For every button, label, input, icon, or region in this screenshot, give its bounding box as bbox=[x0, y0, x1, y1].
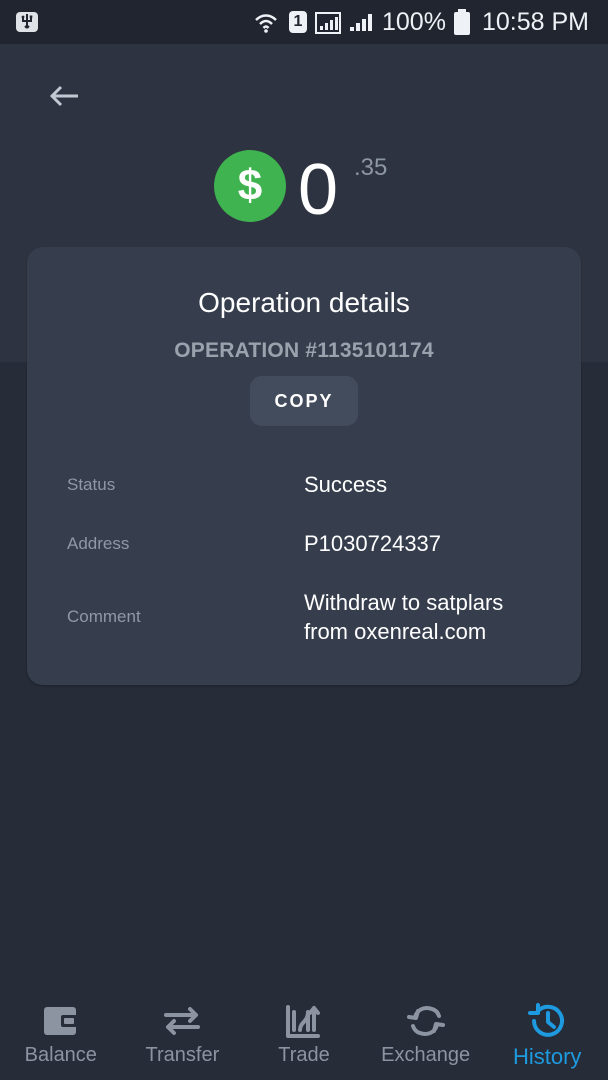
dollar-icon: $ bbox=[214, 150, 286, 222]
trade-icon bbox=[243, 1000, 365, 1042]
address-label: Address bbox=[67, 534, 130, 553]
operation-details-title: Operation details bbox=[198, 287, 410, 318]
nav-exchange[interactable]: Exchange bbox=[365, 992, 487, 1080]
sim-slot-number: 1 bbox=[289, 11, 307, 33]
battery-percentage: 100% bbox=[382, 8, 446, 36]
bottom-navigation: Balance Transfer Trade Exchange History bbox=[0, 992, 608, 1080]
address-value: P1030724337 bbox=[304, 531, 442, 556]
signal-2-icon bbox=[347, 0, 375, 44]
back-button[interactable] bbox=[44, 76, 84, 116]
nav-history[interactable]: History bbox=[486, 992, 608, 1080]
transfer-icon bbox=[122, 1000, 244, 1042]
arrow-left-icon bbox=[49, 85, 78, 107]
balance-integer: 0 bbox=[298, 150, 339, 230]
operation-details-card: Operation details OPERATION #1135101174 … bbox=[27, 247, 581, 685]
exchange-icon bbox=[365, 1000, 487, 1042]
history-icon bbox=[486, 1000, 608, 1042]
nav-transfer-label: Transfer bbox=[145, 1044, 220, 1066]
usb-icon bbox=[13, 0, 41, 44]
wallet-icon bbox=[0, 1000, 122, 1042]
signal-1-icon bbox=[314, 0, 344, 44]
nav-exchange-label: Exchange bbox=[381, 1044, 471, 1066]
status-bar: 1 100% 10:58 PM bbox=[0, 0, 608, 44]
copy-button[interactable]: COPY bbox=[250, 376, 358, 426]
nav-trade[interactable]: Trade bbox=[243, 992, 365, 1080]
nav-trade-label: Trade bbox=[278, 1044, 330, 1066]
battery-icon bbox=[449, 0, 475, 44]
wifi-icon bbox=[252, 0, 280, 44]
nav-balance[interactable]: Balance bbox=[0, 992, 122, 1080]
status-label: Status bbox=[67, 475, 116, 494]
balance-fraction: .35 bbox=[354, 154, 388, 181]
currency-symbol: $ bbox=[237, 161, 263, 210]
operation-id: OPERATION #1135101174 bbox=[174, 339, 434, 362]
sim-1-icon: 1 bbox=[286, 0, 310, 44]
nav-transfer[interactable]: Transfer bbox=[122, 992, 244, 1080]
nav-balance-label: Balance bbox=[24, 1044, 97, 1066]
status-value: Success bbox=[304, 472, 388, 497]
nav-history-label: History bbox=[512, 1044, 582, 1069]
status-time: 10:58 PM bbox=[482, 8, 590, 36]
comment-label: Comment bbox=[67, 607, 141, 626]
comment-value: Withdraw to satplars from oxenreal.com bbox=[304, 590, 504, 644]
